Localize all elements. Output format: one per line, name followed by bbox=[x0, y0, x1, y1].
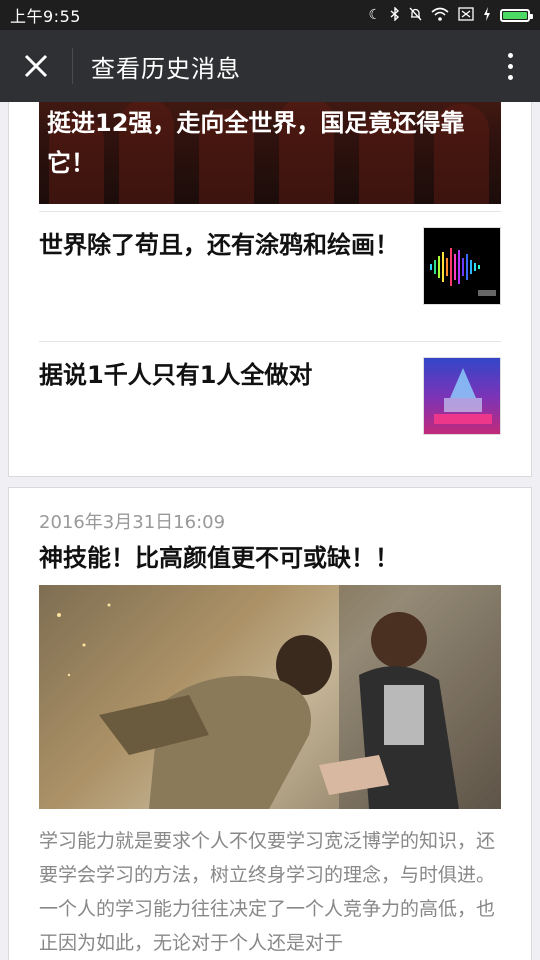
charging-icon bbox=[483, 6, 491, 24]
close-button[interactable] bbox=[0, 30, 72, 102]
sim-icon bbox=[458, 6, 474, 24]
article-thumbnail bbox=[423, 227, 501, 305]
battery-icon bbox=[500, 8, 533, 22]
hero-article-title: 挺进12强，走向全世界，国足竟还得靠它！ bbox=[47, 109, 465, 177]
article-thumbnail bbox=[423, 357, 501, 435]
bluetooth-icon bbox=[390, 5, 400, 24]
page-title: 查看历史消息 bbox=[91, 54, 241, 83]
list-item[interactable]: 世界除了苟且，还有涂鸦和绘画！ bbox=[39, 211, 501, 341]
nav-divider bbox=[72, 48, 73, 84]
status-icons: ☾ bbox=[368, 5, 533, 24]
nav-bar: 查看历史消息 bbox=[0, 30, 540, 102]
article-summary: 学习能力就是要求个人不仅要学习宽泛博学的知识，还要学会学习的方法，树立终身学习的… bbox=[39, 830, 496, 954]
more-button[interactable] bbox=[480, 30, 540, 102]
close-icon bbox=[24, 54, 48, 78]
list-item[interactable]: 据说1千人只有1人全做对 bbox=[39, 341, 501, 461]
status-time: 上午9:55 bbox=[10, 7, 81, 26]
message-group: 2016年3月31日16:09 神技能！比高颜值更不可或缺！！ 学习能力就是要求… bbox=[8, 487, 532, 960]
list-item-title: 据说1千人只有1人全做对 bbox=[39, 361, 313, 389]
wifi-icon bbox=[431, 7, 449, 24]
more-vertical-icon bbox=[507, 52, 513, 80]
message-date: 2016年3月31日16:09 bbox=[39, 512, 226, 533]
list-item-title: 世界除了苟且，还有涂鸦和绘画！ bbox=[39, 231, 399, 259]
divider bbox=[39, 211, 501, 212]
article-title[interactable]: 神技能！比高颜值更不可或缺！！ bbox=[39, 538, 399, 573]
battery-fill bbox=[503, 11, 527, 19]
article-cover-image[interactable] bbox=[39, 585, 501, 809]
status-bar: 上午9:55 ☾ bbox=[0, 0, 540, 30]
moon-icon: ☾ bbox=[368, 7, 381, 23]
hero-article[interactable]: 挺进12强，走向全世界，国足竟还得靠它！ bbox=[39, 102, 501, 204]
message-group: 挺进12强，走向全世界，国足竟还得靠它！ 世界除了苟且，还有涂鸦和绘画！ 据说1… bbox=[8, 102, 532, 477]
divider bbox=[39, 341, 501, 342]
message-list[interactable]: 挺进12强，走向全世界，国足竟还得靠它！ 世界除了苟且，还有涂鸦和绘画！ 据说1… bbox=[0, 102, 540, 960]
bell-off-icon bbox=[409, 7, 422, 24]
